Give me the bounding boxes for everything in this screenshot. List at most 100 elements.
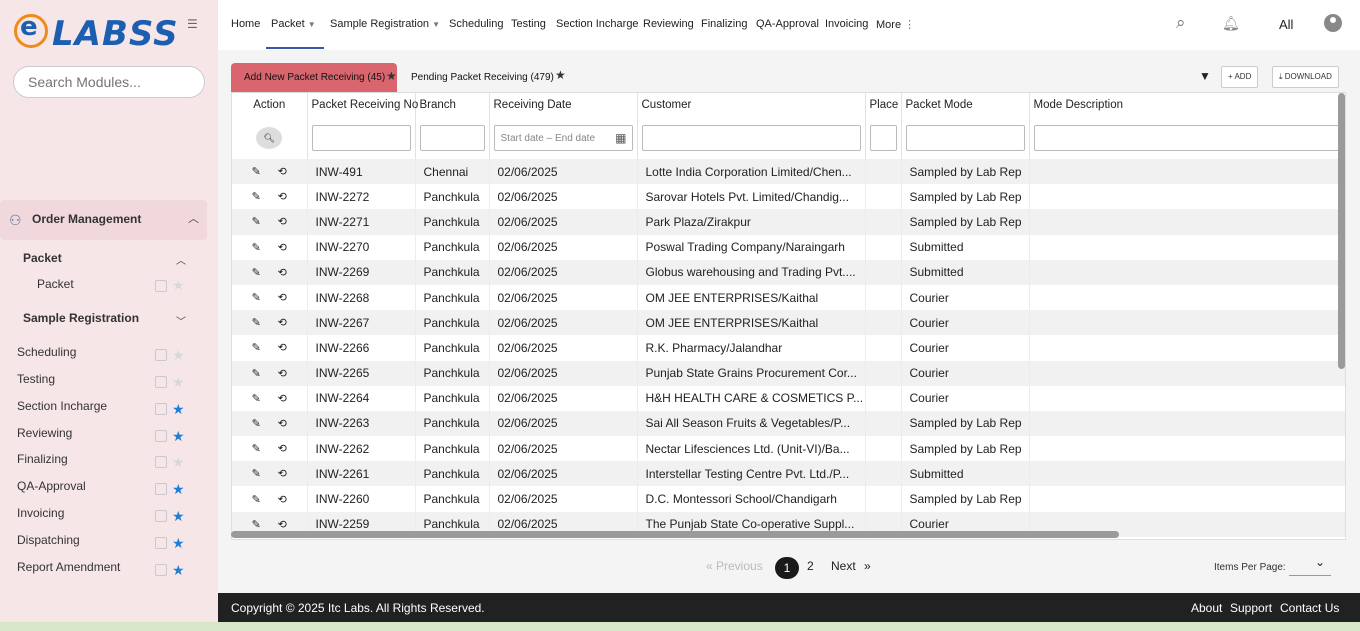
sidebar-item-reviewing[interactable]: Reviewing (17, 426, 72, 440)
items-per-page-select[interactable] (1289, 555, 1331, 576)
search-icon[interactable]: 🔍︎ (256, 127, 283, 149)
history-icon[interactable]: ⟲ (269, 518, 295, 531)
history-icon[interactable]: ⟲ (269, 190, 295, 203)
sidebar-item-section-incharge[interactable]: Section Incharge (17, 399, 107, 413)
table-row[interactable]: ✎ ⟲ INW-2260 Panchkula 02/06/2025 D.C. Montes… (232, 486, 1345, 512)
filter-packet-mode[interactable] (905, 125, 1025, 151)
table-row[interactable]: ✎ ⟲ INW-2261 Panchkula 02/06/2025 Interstella… (232, 461, 1345, 487)
footer-link-support[interactable]: Support (1230, 601, 1272, 615)
search-modules-input[interactable] (13, 66, 205, 98)
history-icon[interactable]: ⟲ (269, 241, 295, 254)
star-icon[interactable]: ★ (172, 402, 185, 416)
star-icon[interactable]: ★ (172, 348, 185, 362)
nav-scheduling[interactable]: Scheduling (449, 18, 503, 30)
edit-icon[interactable]: ✎ (243, 392, 269, 405)
edit-icon[interactable] (155, 483, 167, 495)
table-row[interactable]: ✎ ⟲ INW-2263 Panchkula 02/06/2025 Sai All Sea… (232, 410, 1345, 437)
sidebar-item-scheduling[interactable]: Scheduling (17, 345, 76, 359)
history-icon[interactable]: ⟲ (269, 165, 295, 178)
history-icon[interactable]: ⟲ (269, 266, 295, 279)
chevron-down-icon[interactable]: ﹀ (176, 313, 186, 328)
pagination-next-icon[interactable]: » (864, 559, 871, 573)
filter-icon[interactable]: ▼ (1199, 69, 1211, 83)
history-icon[interactable]: ⟲ (269, 392, 295, 405)
edit-icon[interactable] (155, 376, 167, 388)
edit-icon[interactable]: ✎ (243, 367, 269, 380)
history-icon[interactable]: ⟲ (269, 417, 295, 430)
table-row[interactable]: ✎ ⟲ INW-2264 Panchkula 02/06/2025 H&H HEALTH … (232, 385, 1345, 411)
table-row[interactable]: ✎ ⟲ INW-2265 Panchkula 02/06/2025 Punjab Stat… (232, 360, 1345, 386)
filter-mode-description[interactable] (1033, 125, 1345, 151)
edit-icon[interactable] (155, 510, 167, 522)
user-avatar-icon[interactable] (1324, 14, 1342, 32)
filter-packet-receiving-no[interactable] (311, 125, 411, 151)
table-row[interactable]: ✎ ⟲ INW-2266 Panchkula 02/06/2025 R.K. Pharma… (232, 335, 1345, 361)
sidebar-item-invoicing[interactable]: Invoicing (17, 506, 64, 520)
nav-finalizing[interactable]: Finalizing (701, 18, 747, 30)
search-icon[interactable]: ⌕ (1176, 13, 1186, 33)
pagination-page-2[interactable]: 2 (807, 559, 814, 573)
star-icon[interactable]: ★ (172, 429, 185, 443)
sidebar-item-report-amendment[interactable]: Report Amendment (17, 560, 120, 574)
sidebar-item-dispatching[interactable]: Dispatching (17, 533, 80, 547)
filter-customer[interactable] (641, 125, 861, 151)
table-row[interactable]: ✎ ⟲ INW-2269 Panchkula 02/06/2025 Globus ware… (232, 259, 1345, 285)
history-icon[interactable]: ⟲ (269, 316, 295, 329)
calendar-icon[interactable]: ▦ (615, 131, 626, 145)
column-header-packet-mode[interactable]: Packet Mode (901, 93, 1030, 117)
chevron-up-icon[interactable]: ︿ (176, 252, 186, 267)
footer-link-contact-us[interactable]: Contact Us (1280, 601, 1339, 615)
table-row[interactable]: ✎ ⟲ INW-491 Chennai 02/06/2025 Lotte India Co… (232, 159, 1345, 185)
menu-toggle-icon[interactable]: ☰ (187, 17, 198, 31)
edit-icon[interactable]: ✎ (243, 341, 269, 354)
star-icon[interactable]: ★ (172, 482, 185, 496)
history-icon[interactable]: ⟲ (269, 291, 295, 304)
pagination-page-1[interactable]: 1 (775, 557, 799, 579)
edit-icon[interactable]: ✎ (243, 165, 269, 178)
star-icon[interactable]: ★ (172, 536, 185, 550)
edit-icon[interactable]: ✎ (243, 266, 269, 279)
table-row[interactable]: ✎ ⟲ INW-2262 Panchkula 02/06/2025 Nectar Life… (232, 436, 1345, 462)
nav-reviewing[interactable]: Reviewing (643, 18, 694, 30)
edit-icon[interactable]: ✎ (243, 417, 269, 430)
tab-add-new-packet-receiving[interactable]: Add New Packet Receiving (45) ★ (231, 63, 397, 92)
column-header-mode-description[interactable]: Mode Description (1029, 93, 1345, 117)
nav-section-incharge[interactable]: Section Incharge (556, 18, 639, 30)
sidebar-group-packet[interactable]: Packet (23, 251, 62, 265)
labss-logo[interactable]: e LABSS (14, 10, 194, 54)
history-icon[interactable]: ⟲ (269, 493, 295, 506)
pagination-next[interactable]: Next (831, 559, 856, 573)
nav-packet[interactable]: Packet ▼ (271, 18, 316, 30)
scope-selector[interactable]: All (1279, 17, 1293, 32)
edit-icon[interactable]: ✎ (243, 215, 269, 228)
table-row[interactable]: ✎ ⟲ INW-2272 Panchkula 02/06/2025 Sarovar Hot… (232, 184, 1345, 210)
horizontal-scrollbar[interactable] (231, 531, 1119, 538)
nav-more[interactable]: More ⋮ (876, 18, 915, 31)
edit-icon[interactable]: ✎ (243, 190, 269, 203)
filter-receiving-date[interactable]: Start date – End date ▦ (493, 125, 633, 151)
history-icon[interactable]: ⟲ (269, 442, 295, 455)
sidebar-item-packet[interactable]: Packet (37, 277, 74, 291)
column-header-place[interactable]: Place (865, 93, 902, 117)
table-row[interactable]: ✎ ⟲ INW-2271 Panchkula 02/06/2025 Park Plaza/… (232, 209, 1345, 235)
filter-branch[interactable] (419, 125, 485, 151)
sidebar-item-finalizing[interactable]: Finalizing (17, 452, 68, 466)
table-row[interactable]: ✎ ⟲ INW-2267 Panchkula 02/06/2025 OM JEE ENTE… (232, 310, 1345, 336)
column-header-branch[interactable]: Branch (415, 93, 490, 117)
star-icon[interactable]: ★ (555, 68, 566, 82)
edit-icon[interactable] (155, 349, 167, 361)
table-row[interactable]: ✎ ⟲ INW-2270 Panchkula 02/06/2025 Poswal Trad… (232, 234, 1345, 260)
footer-link-about[interactable]: About (1191, 601, 1222, 615)
sidebar-item-qa-approval[interactable]: QA-Approval (17, 479, 86, 493)
history-icon[interactable]: ⟲ (269, 367, 295, 380)
edit-icon[interactable] (155, 537, 167, 549)
edit-icon[interactable]: ✎ (243, 467, 269, 480)
edit-icon[interactable] (155, 403, 167, 415)
edit-icon[interactable] (155, 456, 167, 468)
nav-sample-registration[interactable]: Sample Registration ▼ (330, 18, 440, 30)
column-header-packet-receiving-no[interactable]: Packet Receiving No (307, 93, 418, 117)
bell-icon[interactable]: 🔔︎ (1222, 15, 1240, 32)
star-icon[interactable]: ★ (172, 375, 185, 389)
edit-icon[interactable]: ✎ (243, 241, 269, 254)
edit-icon[interactable] (155, 430, 167, 442)
